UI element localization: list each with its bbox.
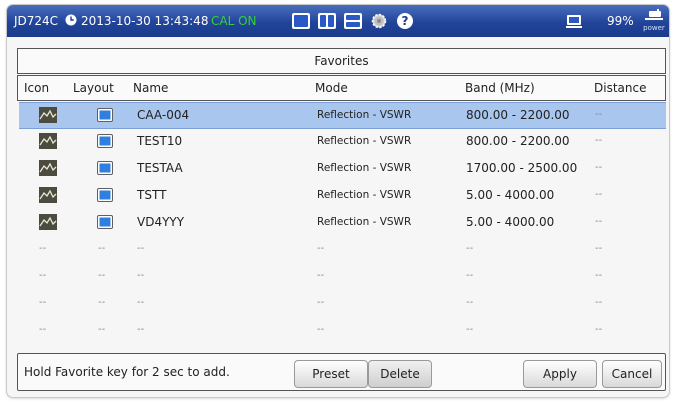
favorite-distance: -- [595, 109, 603, 120]
datetime: 2013-10-30 13:43:48 [81, 14, 209, 28]
empty-cell: -- [595, 243, 603, 254]
empty-cell: -- [137, 243, 145, 254]
favorite-band: 5.00 - 4000.00 [466, 215, 555, 229]
empty-cell: -- [98, 270, 106, 281]
trace-icon [39, 214, 57, 230]
favorite-mode: Reflection - VSWR [317, 216, 412, 228]
favorites-title: Favorites [17, 48, 666, 74]
empty-cell: -- [317, 270, 325, 281]
table-row[interactable]: VD4YYY Reflection - VSWR 5.00 - 4000.00 … [19, 210, 666, 235]
empty-cell: -- [39, 324, 47, 335]
empty-table-row[interactable]: -- -- -- -- -- -- [19, 291, 666, 316]
favorite-distance: -- [595, 189, 603, 200]
col-layout-header: Layout [73, 81, 114, 95]
cancel-button[interactable]: Cancel [602, 360, 662, 388]
table-row[interactable]: TEST10 Reflection - VSWR 800.00 - 2200.0… [19, 129, 666, 154]
monitor-battery-icon [566, 15, 582, 28]
favorite-band: 800.00 - 2200.00 [466, 134, 570, 148]
empty-cell: -- [595, 324, 603, 335]
favorite-mode: Reflection - VSWR [317, 135, 412, 147]
apply-button[interactable]: Apply [523, 360, 597, 388]
layout-icon [97, 188, 113, 202]
empty-cell: -- [137, 324, 145, 335]
empty-cell: -- [317, 243, 325, 254]
clock-icon [65, 14, 77, 26]
favorite-distance: -- [595, 216, 603, 227]
layout-icon [97, 134, 113, 148]
trace-icon [39, 107, 57, 123]
hint-text: Hold Favorite key for 2 sec to add. [24, 365, 230, 379]
trace-icon [39, 160, 57, 176]
favorite-mode: Reflection - VSWR [317, 162, 412, 174]
svg-text:?: ? [402, 14, 409, 28]
power-label: power [643, 24, 665, 32]
col-distance-header: Distance [594, 81, 647, 95]
empty-cell: -- [595, 297, 603, 308]
favorite-distance: -- [595, 135, 603, 146]
table-row[interactable]: TSTT Reflection - VSWR 5.00 - 4000.00 -- [19, 183, 666, 208]
empty-cell: -- [39, 297, 47, 308]
delete-button[interactable]: Delete [368, 360, 432, 388]
favorite-band: 800.00 - 2200.00 [466, 108, 570, 122]
preset-button[interactable]: Preset [294, 360, 368, 388]
empty-table-row[interactable]: -- -- -- -- -- -- [19, 318, 666, 343]
instrument-model: JD724C [14, 14, 59, 28]
layout-icon [97, 215, 113, 229]
favorites-window: JD724C 2013-10-30 13:43:48 CAL ON ? 99% … [7, 5, 669, 397]
empty-table-row[interactable]: -- -- -- -- -- -- [19, 264, 666, 289]
empty-cell: -- [317, 324, 325, 335]
favorite-name: VD4YYY [137, 215, 185, 229]
empty-cell: -- [317, 297, 325, 308]
empty-cell: -- [137, 297, 145, 308]
help-icon[interactable]: ? [395, 12, 415, 30]
cal-status: CAL ON [211, 14, 257, 28]
empty-cell: -- [39, 243, 47, 254]
empty-cell: -- [137, 270, 145, 281]
empty-table-row[interactable]: -- -- -- -- -- -- [19, 237, 666, 262]
status-bar: JD724C 2013-10-30 13:43:48 CAL ON ? 99% … [7, 5, 669, 37]
trace-icon [39, 133, 57, 149]
dual-view-icon[interactable] [317, 12, 337, 30]
empty-cell: -- [98, 297, 106, 308]
col-icon-header: Icon [24, 81, 50, 95]
empty-cell: -- [466, 297, 474, 308]
table-row[interactable]: CAA-004 Reflection - VSWR 800.00 - 2200.… [19, 102, 666, 129]
empty-cell: -- [466, 243, 474, 254]
empty-cell: -- [466, 324, 474, 335]
favorite-name: TEST10 [137, 134, 183, 148]
empty-cell: -- [39, 270, 47, 281]
favorite-distance: -- [595, 162, 603, 173]
favorite-band: 1700.00 - 2500.00 [466, 161, 578, 175]
split-view-icon[interactable] [343, 12, 363, 30]
favorites-table: CAA-004 Reflection - VSWR 800.00 - 2200.… [17, 102, 666, 346]
favorite-name: TSTT [137, 188, 167, 202]
col-mode-header: Mode [315, 81, 348, 95]
empty-cell: -- [595, 270, 603, 281]
layout-icon [97, 161, 113, 175]
battery-percent: 99% [607, 14, 634, 28]
bottom-bar: Hold Favorite key for 2 sec to add. Pres… [17, 353, 666, 391]
favorite-band: 5.00 - 4000.00 [466, 188, 555, 202]
power-indicator: power [643, 9, 665, 35]
empty-cell: -- [98, 243, 106, 254]
table-row[interactable]: TESTAA Reflection - VSWR 1700.00 - 2500.… [19, 156, 666, 181]
settings-gear-icon[interactable] [369, 12, 389, 30]
favorite-name: CAA-004 [137, 108, 190, 122]
favorite-mode: Reflection - VSWR [317, 189, 412, 201]
col-name-header: Name [133, 81, 169, 95]
empty-cell: -- [466, 270, 474, 281]
empty-cell: -- [98, 324, 106, 335]
layout-icon [97, 108, 113, 122]
single-view-icon[interactable] [291, 12, 311, 30]
col-band-header: Band (MHz) [465, 81, 535, 95]
favorite-mode: Reflection - VSWR [317, 109, 412, 121]
power-plug-icon [645, 9, 663, 20]
trace-icon [39, 187, 57, 203]
favorite-name: TESTAA [137, 161, 183, 175]
table-header: Icon Layout Name Mode Band (MHz) Distanc… [17, 75, 666, 101]
